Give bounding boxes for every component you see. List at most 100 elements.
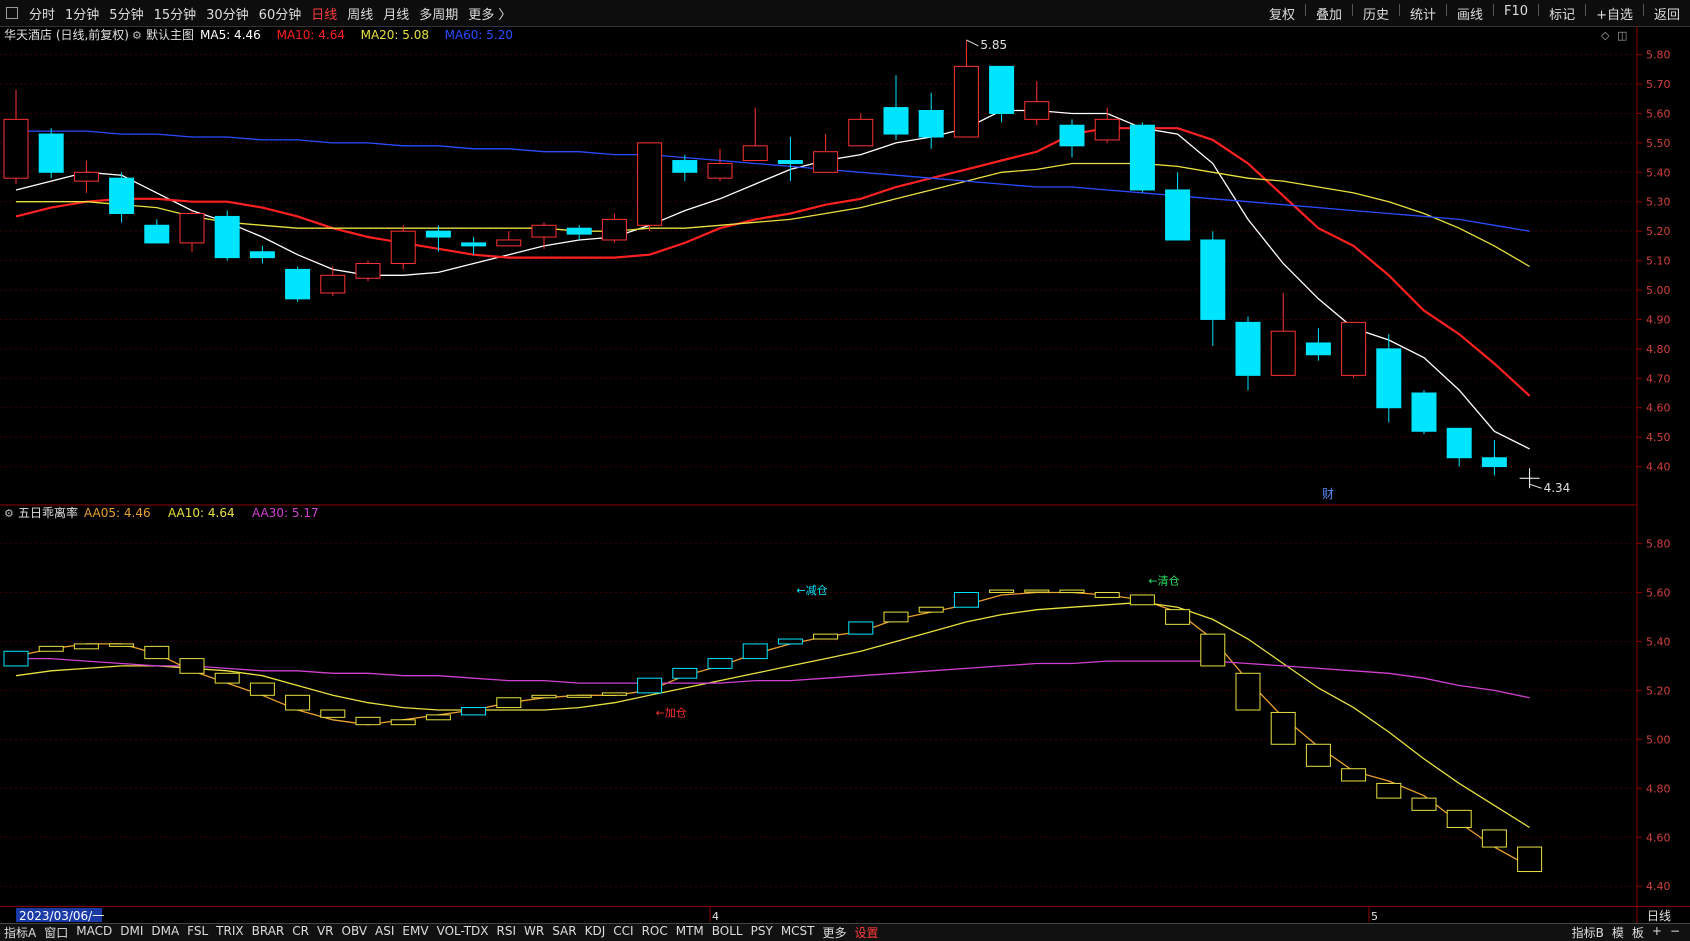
candle[interactable] <box>989 65 1015 123</box>
candle[interactable] <box>1481 440 1507 476</box>
indicator-box[interactable] <box>1305 743 1331 767</box>
candle[interactable] <box>742 107 768 162</box>
indicator-box[interactable] <box>777 638 803 645</box>
candle[interactable] <box>707 148 733 182</box>
candle[interactable] <box>1411 390 1437 435</box>
indicator-tab-1[interactable]: DMI <box>116 924 147 941</box>
indicator-tab-4[interactable]: TRIX <box>212 924 247 941</box>
indicator-box[interactable] <box>707 658 733 669</box>
candle[interactable] <box>109 172 135 223</box>
indicator-box[interactable] <box>3 650 29 667</box>
indicator-name[interactable]: 五日乖离率 <box>18 506 78 520</box>
indicator-tab-8[interactable]: OBV <box>338 924 372 941</box>
indicator-box[interactable] <box>1341 768 1367 782</box>
tool-button-1[interactable]: 叠加 <box>1310 4 1348 23</box>
candle[interactable] <box>1200 231 1226 346</box>
indicator-tab-13[interactable]: WR <box>520 924 548 941</box>
indicator-chart[interactable]: ←加仓 ←减仓 ←清仓 5.80 5.60 5.40 5.20 5.00 4.80 4.60 4.… <box>0 506 1690 906</box>
indicator-box[interactable] <box>38 645 64 652</box>
indicator-box[interactable] <box>285 694 311 711</box>
indicator-tab-5[interactable]: BRAR <box>248 924 289 941</box>
bottom-right-item-0[interactable]: 指标B <box>1568 924 1608 941</box>
indicator-box[interactable] <box>1200 633 1226 667</box>
candle[interactable] <box>1129 122 1155 193</box>
period-tab-9[interactable]: 多周期 <box>414 4 463 23</box>
indicator-box[interactable] <box>144 645 170 660</box>
indicator-box[interactable] <box>109 643 135 647</box>
candle[interactable] <box>813 134 839 173</box>
indicator-box[interactable] <box>637 677 663 694</box>
period-tab-6[interactable]: 日线 <box>306 4 342 23</box>
tool-button-3[interactable]: 统计 <box>1404 4 1442 23</box>
indicator-tab-20[interactable]: PSY <box>747 924 777 941</box>
period-tab-8[interactable]: 月线 <box>378 4 414 23</box>
chart-settings-icon[interactable]: ⚙ <box>132 29 142 42</box>
indicator-tab-2[interactable]: DMA <box>147 924 183 941</box>
indicator-box[interactable] <box>249 682 275 696</box>
indicator-box[interactable] <box>742 643 768 660</box>
indicator-tab-16[interactable]: CCI <box>609 924 637 941</box>
candle[interactable] <box>883 75 909 140</box>
indicator-box[interactable] <box>214 672 240 684</box>
candle[interactable] <box>1305 328 1331 361</box>
tool-button-7[interactable]: +自选 <box>1590 4 1639 23</box>
candle[interactable] <box>355 260 381 282</box>
candle[interactable] <box>390 225 416 270</box>
candle[interactable] <box>1376 334 1402 423</box>
indicator-box[interactable] <box>1517 846 1543 873</box>
tool-button-8[interactable]: 返回 <box>1648 4 1686 23</box>
indicator-box[interactable] <box>320 709 346 718</box>
indicator-box[interactable] <box>461 707 487 716</box>
indicator-box[interactable] <box>989 589 1015 594</box>
indicator-box[interactable] <box>1376 782 1402 799</box>
candle[interactable] <box>38 128 64 179</box>
bottom-right-item-2[interactable]: 板 <box>1628 924 1648 941</box>
tool-button-2[interactable]: 历史 <box>1357 4 1395 23</box>
tool-button-0[interactable]: 复权 <box>1263 4 1301 23</box>
candle[interactable] <box>1341 321 1367 379</box>
indicator-box[interactable] <box>672 667 698 679</box>
candle[interactable] <box>1059 119 1085 158</box>
grid-icon[interactable] <box>6 7 18 19</box>
candle[interactable] <box>144 219 170 244</box>
indicator-box[interactable] <box>918 606 944 613</box>
diamond-icon[interactable]: ◇ <box>1601 29 1610 42</box>
period-tab-0[interactable]: 分时 <box>24 4 60 23</box>
main-price-chart[interactable]: 5.85 4.34 5.80 5.70 5.60 5.50 5.40 5.30 5.20 5.1… <box>0 26 1690 506</box>
tool-button-6[interactable]: 标记 <box>1543 4 1581 23</box>
indicator-tab-7[interactable]: VR <box>313 924 338 941</box>
indicator-tab-14[interactable]: SAR <box>548 924 580 941</box>
bottom-right-item-1[interactable]: 模 <box>1608 924 1628 941</box>
candle[interactable] <box>777 136 803 182</box>
bottom-right-item-3[interactable]: + <box>1648 924 1666 941</box>
candle[interactable] <box>1270 292 1296 376</box>
period-tab-3[interactable]: 15分钟 <box>149 4 202 23</box>
sub-settings-icon[interactable]: ⚙ <box>4 507 14 520</box>
indicator-box[interactable] <box>601 692 627 696</box>
tool-button-5[interactable]: F10 <box>1498 4 1534 23</box>
indicator-box[interactable] <box>390 719 416 726</box>
indicator-box[interactable] <box>355 716 381 726</box>
indicator-box[interactable] <box>496 697 522 709</box>
period-tab-1[interactable]: 1分钟 <box>60 4 104 23</box>
window-tab[interactable]: 窗口 <box>40 924 72 941</box>
indicator-box[interactable] <box>883 611 909 623</box>
indicator-box[interactable] <box>1481 829 1507 848</box>
period-tab-4[interactable]: 30分钟 <box>201 4 254 23</box>
candle[interactable] <box>601 213 627 243</box>
period-tab-5[interactable]: 60分钟 <box>254 4 307 23</box>
window-icon[interactable]: ◫ <box>1617 29 1627 42</box>
candle[interactable] <box>637 142 663 232</box>
candle[interactable] <box>1235 316 1261 391</box>
indicator-a-tab[interactable]: 指标A <box>0 924 40 941</box>
indicator-tab-0[interactable]: MACD <box>72 924 116 941</box>
period-tab-7[interactable]: 周线 <box>342 4 378 23</box>
indicator-box[interactable] <box>1165 609 1191 625</box>
indicator-box[interactable] <box>1024 589 1050 593</box>
indicator-tab-6[interactable]: CR <box>288 924 313 941</box>
indicator-box[interactable] <box>1235 672 1261 711</box>
indicator-tab-10[interactable]: EMV <box>398 924 432 941</box>
default-main-label[interactable]: 默认主图 <box>146 27 194 42</box>
indicator-box[interactable] <box>1059 589 1085 594</box>
indicator-box[interactable] <box>1446 809 1472 828</box>
